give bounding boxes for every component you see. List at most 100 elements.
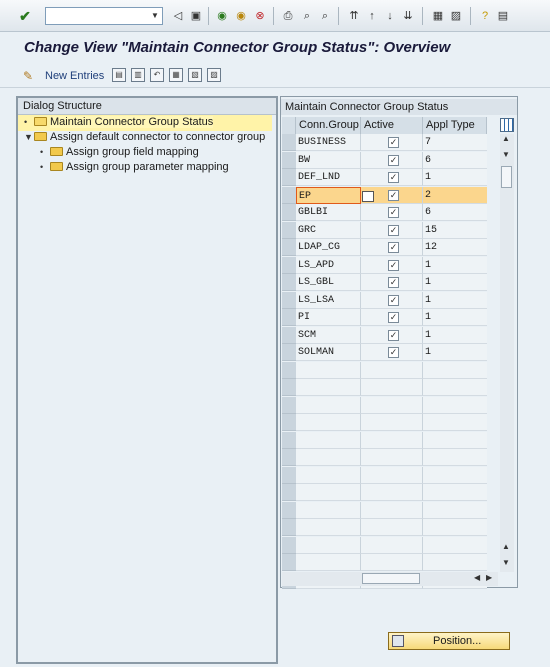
cell-conn-group[interactable] bbox=[296, 466, 361, 484]
row-selector[interactable] bbox=[282, 414, 296, 431]
table-row[interactable] bbox=[282, 484, 487, 501]
row-selector[interactable] bbox=[282, 204, 296, 221]
select-all-icon[interactable]: ▦ bbox=[169, 68, 183, 82]
cell-conn-group[interactable]: LS_LSA bbox=[296, 291, 361, 309]
scroll-up-icon[interactable]: ▲ bbox=[502, 134, 510, 143]
row-selector[interactable] bbox=[282, 221, 296, 239]
table-row[interactable]: LS_LSA ✓ 1 bbox=[282, 291, 487, 309]
table-row[interactable] bbox=[282, 379, 487, 396]
row-selector[interactable] bbox=[282, 134, 296, 151]
cell-conn-group[interactable]: DEF_LND bbox=[296, 169, 361, 186]
cell-appl-type[interactable] bbox=[423, 519, 487, 536]
column-header-conn-group[interactable]: Conn.Group bbox=[296, 117, 361, 134]
active-checkbox[interactable]: ✓ bbox=[388, 154, 399, 166]
command-field[interactable]: ▼ bbox=[45, 7, 163, 25]
chevron-down-icon[interactable]: ▼ bbox=[148, 8, 162, 24]
cell-appl-type[interactable] bbox=[423, 361, 487, 379]
row-selector[interactable] bbox=[282, 326, 296, 344]
table-row[interactable] bbox=[282, 431, 487, 449]
table-row[interactable]: LS_GBL ✓ 1 bbox=[282, 274, 487, 291]
cell-conn-group[interactable]: LDAP_CG bbox=[296, 239, 361, 256]
tree-item-assign-group-parameter-mapping[interactable]: • Assign group parameter mapping bbox=[40, 160, 229, 175]
cell-conn-group[interactable]: LS_GBL bbox=[296, 274, 361, 291]
cell-appl-type[interactable]: 1 bbox=[423, 274, 487, 291]
expand-arrow-icon[interactable]: ▼ bbox=[24, 130, 34, 145]
row-selector[interactable] bbox=[282, 309, 296, 326]
row-selector[interactable] bbox=[282, 344, 296, 361]
new-entries-button[interactable]: New Entries bbox=[45, 70, 104, 82]
first-page-icon[interactable]: ⇈ bbox=[346, 8, 362, 24]
table-row[interactable]: GBLBI ✓ 6 bbox=[282, 204, 487, 221]
active-checkbox[interactable]: ✓ bbox=[388, 312, 399, 323]
cell-appl-type[interactable]: 7 bbox=[423, 134, 487, 151]
back-icon[interactable]: ◁ bbox=[170, 8, 186, 24]
row-selector[interactable] bbox=[282, 151, 296, 169]
cell-conn-group[interactable]: SCM bbox=[296, 326, 361, 344]
cell-appl-type[interactable] bbox=[423, 449, 487, 466]
table-row[interactable] bbox=[282, 554, 487, 571]
row-selector[interactable] bbox=[282, 274, 296, 291]
cell-appl-type[interactable] bbox=[423, 554, 487, 571]
table-settings-icon[interactable] bbox=[500, 118, 514, 132]
row-selector[interactable] bbox=[282, 519, 296, 536]
cell-appl-type[interactable] bbox=[423, 501, 487, 519]
cell-conn-group[interactable]: PI bbox=[296, 309, 361, 326]
row-selector[interactable] bbox=[282, 239, 296, 256]
table-row[interactable]: BUSINESS ✓ 7 bbox=[282, 134, 487, 151]
row-selector[interactable] bbox=[282, 379, 296, 396]
tree-item-assign-group-field-mapping[interactable]: • Assign group field mapping bbox=[40, 145, 199, 160]
table-row[interactable]: SOLMAN ✓ 1 bbox=[282, 344, 487, 361]
row-selector[interactable] bbox=[282, 291, 296, 309]
cell-appl-type[interactable] bbox=[423, 466, 487, 484]
cell-conn-group[interactable]: LS_APD bbox=[296, 256, 361, 274]
tree-item-assign-default-connector[interactable]: ▼ Assign default connector to connector g… bbox=[24, 130, 265, 145]
cell-appl-type[interactable] bbox=[423, 536, 487, 554]
scroll-left-icon[interactable]: ◀ bbox=[474, 573, 480, 582]
cell-appl-type[interactable]: 6 bbox=[423, 204, 487, 221]
row-selector[interactable] bbox=[282, 554, 296, 571]
cell-conn-group[interactable] bbox=[296, 554, 361, 571]
cell-conn-group[interactable] bbox=[296, 396, 361, 414]
layout-icon[interactable]: ▤ bbox=[495, 8, 511, 24]
table-row[interactable] bbox=[282, 414, 487, 431]
cell-conn-group[interactable] bbox=[296, 536, 361, 554]
row-selector[interactable] bbox=[282, 186, 296, 204]
green-back-icon[interactable]: ◉ bbox=[214, 8, 230, 24]
active-checkbox[interactable]: ✓ bbox=[388, 172, 399, 183]
scroll-down-icon[interactable]: ▼ bbox=[502, 558, 510, 567]
table-row[interactable]: LS_APD ✓ 1 bbox=[282, 256, 487, 274]
scroll-thumb[interactable] bbox=[501, 166, 512, 188]
active-checkbox[interactable]: ✓ bbox=[388, 189, 399, 201]
cell-appl-type[interactable]: 15 bbox=[423, 221, 487, 239]
row-selector[interactable] bbox=[282, 501, 296, 519]
shortcut-icon[interactable]: ▨ bbox=[448, 8, 464, 24]
column-header-active[interactable]: Active bbox=[361, 117, 423, 134]
table-row[interactable] bbox=[282, 519, 487, 536]
cell-conn-group[interactable] bbox=[296, 501, 361, 519]
cell-conn-group[interactable] bbox=[296, 519, 361, 536]
check-icon[interactable]: ✔ bbox=[17, 8, 33, 24]
row-selector[interactable] bbox=[282, 449, 296, 466]
prev-page-icon[interactable]: ↑ bbox=[364, 8, 380, 24]
table-row[interactable]: EP ✓ 2 bbox=[282, 186, 487, 204]
cell-appl-type[interactable]: 1 bbox=[423, 326, 487, 344]
cell-appl-type[interactable]: 1 bbox=[423, 256, 487, 274]
active-checkbox[interactable]: ✓ bbox=[388, 259, 399, 271]
active-checkbox[interactable]: ✓ bbox=[388, 207, 399, 218]
cell-appl-type[interactable] bbox=[423, 414, 487, 431]
cell-conn-group[interactable]: SOLMAN bbox=[296, 344, 361, 361]
exit-icon[interactable]: ◉ bbox=[233, 8, 249, 24]
last-page-icon[interactable]: ⇊ bbox=[400, 8, 416, 24]
table-row[interactable] bbox=[282, 361, 487, 379]
table-row[interactable]: PI ✓ 1 bbox=[282, 309, 487, 326]
table-row[interactable] bbox=[282, 536, 487, 554]
scroll-right-icon[interactable]: ▶ bbox=[486, 573, 492, 582]
cell-conn-group[interactable]: EP bbox=[296, 186, 361, 204]
create-session-icon[interactable]: ▦ bbox=[430, 8, 446, 24]
row-selector[interactable] bbox=[282, 536, 296, 554]
table-row[interactable]: LDAP_CG ✓ 12 bbox=[282, 239, 487, 256]
cell-appl-type[interactable]: 2 bbox=[423, 186, 487, 204]
find-next-icon[interactable]: ⌕ bbox=[317, 8, 333, 24]
row-selector[interactable] bbox=[282, 396, 296, 414]
active-checkbox[interactable]: ✓ bbox=[388, 224, 399, 236]
